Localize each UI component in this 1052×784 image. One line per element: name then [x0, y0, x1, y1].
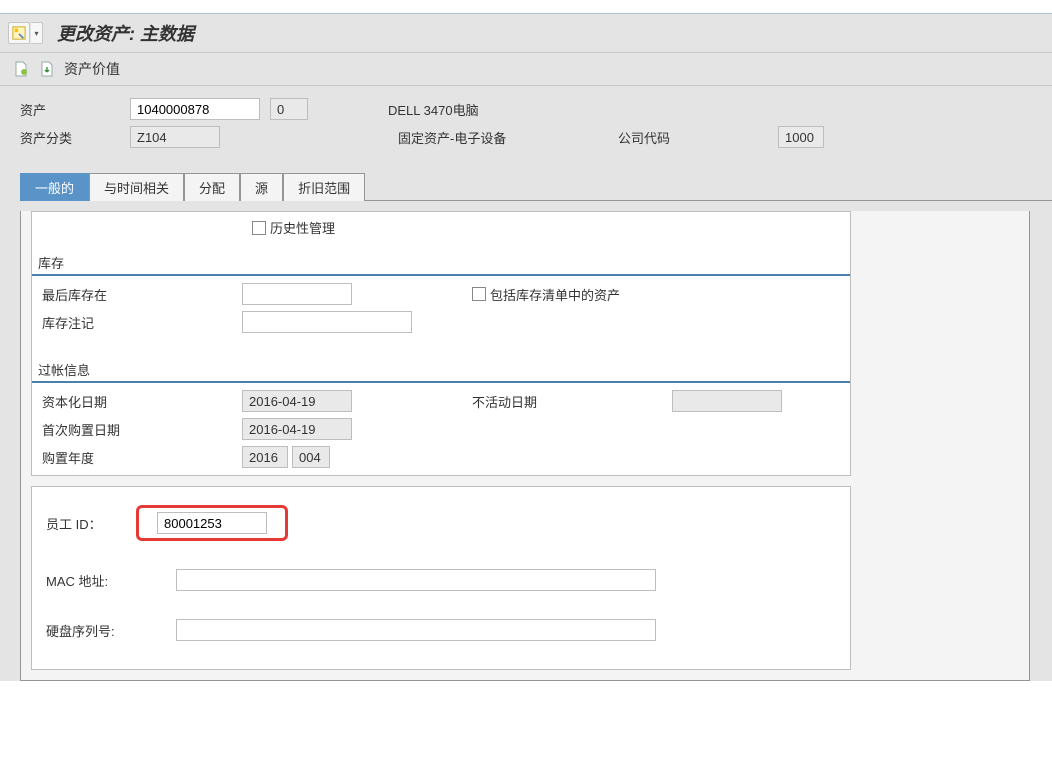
document-icon[interactable] — [12, 60, 30, 78]
inventory-note-input[interactable] — [242, 311, 412, 333]
dropdown-caret-icon[interactable]: ▾ — [31, 22, 43, 44]
asset-label: 资产 — [20, 100, 130, 119]
last-inventory-input[interactable] — [242, 283, 352, 305]
history-mgmt-label: 历史性管理 — [270, 218, 335, 237]
inactive-date-value — [672, 390, 782, 412]
include-asset-label: 包括库存清单中的资产 — [490, 285, 620, 304]
custom-panel: 员工 ID： MAC 地址: 硬盘序列号: — [31, 486, 851, 670]
asset-sub-input: 0 — [270, 98, 308, 120]
title-bar: ▾ 更改资产: 主数据 — [0, 14, 1052, 53]
emp-id-label: 员工 ID： — [46, 514, 136, 533]
asset-desc: DELL 3470电脑 — [388, 100, 479, 119]
acq-year-label: 购置年度 — [42, 448, 242, 467]
company-value: 1000 — [778, 126, 824, 148]
tab-general[interactable]: 一般的 — [20, 173, 89, 201]
document-export-icon[interactable] — [38, 60, 56, 78]
inactive-date-label: 不活动日期 — [472, 392, 672, 411]
emp-id-input[interactable] — [157, 512, 267, 534]
tab-time[interactable]: 与时间相关 — [89, 173, 184, 201]
mac-label: MAC 地址: — [46, 571, 176, 590]
sub-toolbar: 资产价值 — [0, 53, 1052, 86]
emp-id-highlight — [136, 505, 288, 541]
hdd-input[interactable] — [176, 619, 656, 641]
cap-date-value: 2016-04-19 — [242, 390, 352, 412]
hdd-label: 硬盘序列号: — [46, 621, 176, 640]
sub-toolbar-label: 资产价值 — [64, 59, 120, 79]
cap-date-label: 资本化日期 — [42, 392, 242, 411]
first-acq-value: 2016-04-19 — [242, 418, 352, 440]
tabs: 一般的 与时间相关 分配 源 折旧范围 — [20, 172, 1052, 201]
class-value: Z104 — [130, 126, 220, 148]
inventory-note-label: 库存注记 — [42, 313, 242, 332]
company-label: 公司代码 — [618, 128, 778, 147]
include-asset-checkbox[interactable] — [472, 287, 486, 301]
header-fields: 资产 0 DELL 3470电脑 资产分类 Z104 固定资产-电子设备 公司代… — [0, 86, 1052, 172]
tab-body: 历史性管理 库存 最后库存在 包括库存清单中的资产 库存注记 过帐信息 — [20, 211, 1030, 681]
wizard-icon[interactable] — [8, 22, 30, 44]
inventory-section-header: 库存 — [32, 249, 850, 276]
history-mgmt-checkbox[interactable] — [252, 221, 266, 235]
top-panel: 历史性管理 库存 最后库存在 包括库存清单中的资产 库存注记 过帐信息 — [31, 211, 851, 476]
mac-input[interactable] — [176, 569, 656, 591]
posting-section-header: 过帐信息 — [32, 356, 850, 383]
page-title: 更改资产: 主数据 — [57, 20, 194, 46]
acq-period-value: 004 — [292, 446, 330, 468]
last-inventory-label: 最后库存在 — [42, 285, 242, 304]
class-desc: 固定资产-电子设备 — [398, 128, 618, 147]
class-label: 资产分类 — [20, 128, 130, 147]
acq-year-value: 2016 — [242, 446, 288, 468]
tab-assign[interactable]: 分配 — [184, 173, 240, 201]
asset-input[interactable] — [130, 98, 260, 120]
first-acq-label: 首次购置日期 — [42, 420, 242, 439]
tab-origin[interactable]: 源 — [240, 173, 283, 201]
tab-deprec[interactable]: 折旧范围 — [283, 173, 365, 201]
